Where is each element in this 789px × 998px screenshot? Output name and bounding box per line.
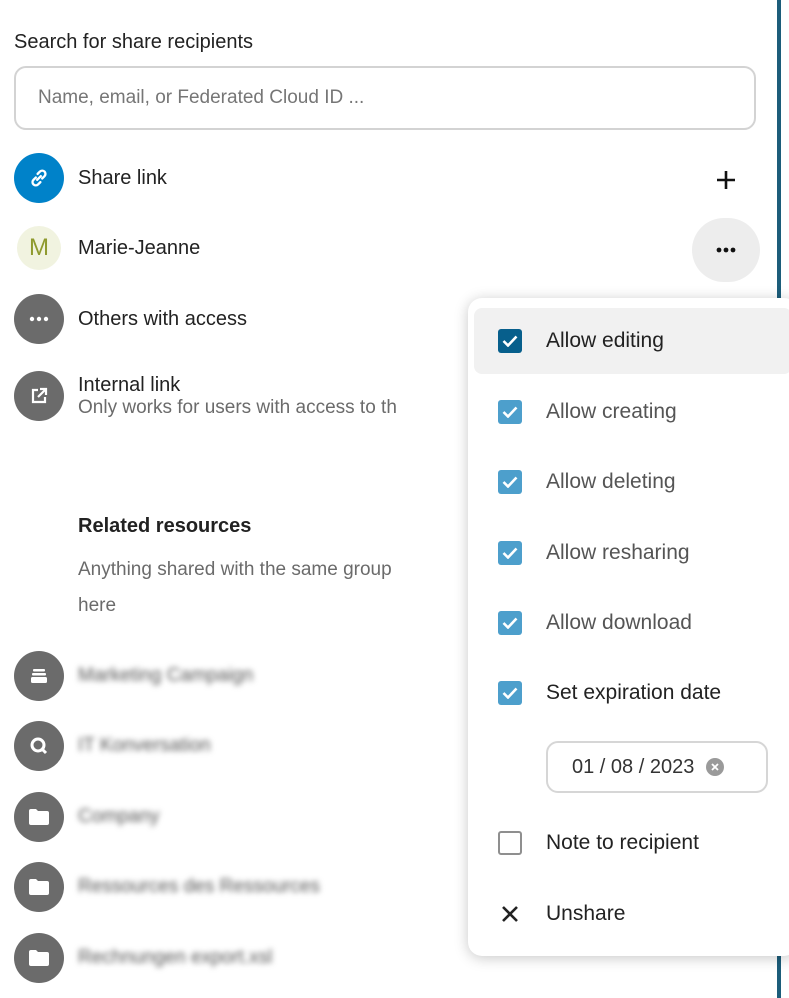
allow-download-label: Allow download xyxy=(546,611,692,634)
expiration-date-value: 01 / 08 / 2023 xyxy=(572,755,695,778)
external-link-icon xyxy=(14,371,64,421)
checkbox-checked-icon[interactable] xyxy=(498,681,522,705)
related-item[interactable]: Ressources des Ressources xyxy=(14,861,320,913)
set-expiration-date-label: Set expiration date xyxy=(546,681,722,704)
close-icon xyxy=(502,906,518,922)
related-item-label: Ressources des Ressources xyxy=(78,876,320,897)
search-input[interactable] xyxy=(36,86,720,110)
avatar: M xyxy=(17,226,61,270)
related-resources-description: Anything shared with the same group here xyxy=(78,552,478,624)
allow-deleting-label: Allow deleting xyxy=(546,470,676,493)
note-to-recipient-option[interactable]: Note to recipient xyxy=(474,810,789,876)
checkbox-checked-icon[interactable] xyxy=(498,611,522,635)
others-with-access-label: Others with access xyxy=(78,307,247,330)
others-with-access-row[interactable]: Others with access xyxy=(14,293,247,345)
note-to-recipient-label: Note to recipient xyxy=(546,831,699,854)
allow-resharing-label: Allow resharing xyxy=(546,541,690,564)
checkbox-checked-icon[interactable] xyxy=(498,400,522,424)
related-item[interactable]: Marketing Campaign xyxy=(14,650,253,702)
related-item-label: Rechnungen export.xsl xyxy=(78,947,273,968)
related-item[interactable]: Rechnungen export.xsl xyxy=(14,932,272,984)
link-icon xyxy=(14,153,64,203)
related-description-line2: here xyxy=(78,595,117,616)
folder-icon xyxy=(14,862,64,912)
user-share-row[interactable]: M Marie-Jeanne xyxy=(14,222,200,274)
related-item-label: Company xyxy=(78,806,160,827)
checkbox-checked-icon[interactable] xyxy=(498,470,522,494)
related-item[interactable]: IT Konversation xyxy=(14,720,211,772)
checkbox-unchecked-icon[interactable] xyxy=(498,831,522,855)
internal-link-text: Internal link Only works for users with … xyxy=(78,373,397,419)
share-link-label: Share link xyxy=(78,166,167,189)
unshare-label: Unshare xyxy=(546,902,626,925)
related-resources-title: Related resources xyxy=(78,515,252,537)
allow-deleting-option[interactable]: Allow deleting xyxy=(474,449,789,515)
allow-editing-option[interactable]: Allow editing xyxy=(474,308,789,374)
set-expiration-date-option[interactable]: Set expiration date xyxy=(474,660,789,726)
search-label: Search for share recipients xyxy=(14,31,254,53)
share-link-row[interactable]: Share link xyxy=(14,152,167,204)
checkbox-checked-icon[interactable] xyxy=(498,329,522,353)
allow-download-option[interactable]: Allow download xyxy=(474,590,789,656)
internal-link-title: Internal link xyxy=(78,374,181,396)
allow-resharing-option[interactable]: Allow resharing xyxy=(474,520,789,586)
allow-creating-label: Allow creating xyxy=(546,400,677,423)
user-name: Marie-Jeanne xyxy=(78,236,201,259)
unshare-button[interactable]: Unshare xyxy=(474,881,789,947)
folder-icon xyxy=(14,792,64,842)
related-item[interactable]: Company xyxy=(14,791,159,843)
internal-link-subtitle: Only works for users with access to th xyxy=(78,397,397,418)
talk-icon xyxy=(14,721,64,771)
share-options-menu: Allow editing Allow creating Allow delet… xyxy=(468,298,789,956)
more-icon xyxy=(14,294,64,344)
folder-icon xyxy=(14,933,64,983)
clear-date-icon[interactable] xyxy=(706,758,725,776)
checkbox-checked-icon[interactable] xyxy=(498,541,522,565)
allow-editing-label: Allow editing xyxy=(546,329,664,352)
allow-creating-option[interactable]: Allow creating xyxy=(474,379,789,445)
expiration-date-input[interactable]: 01 / 08 / 2023 xyxy=(546,741,768,793)
deck-icon xyxy=(14,651,64,701)
plus-icon[interactable] xyxy=(706,160,746,200)
related-item-label: IT Konversation xyxy=(78,735,211,756)
search-box[interactable] xyxy=(14,66,756,130)
more-icon[interactable] xyxy=(692,218,760,282)
related-description-line1: Anything shared with the same group xyxy=(78,559,392,580)
related-item-label: Marketing Campaign xyxy=(78,665,254,686)
internal-link-row[interactable]: Internal link Only works for users with … xyxy=(14,370,397,422)
